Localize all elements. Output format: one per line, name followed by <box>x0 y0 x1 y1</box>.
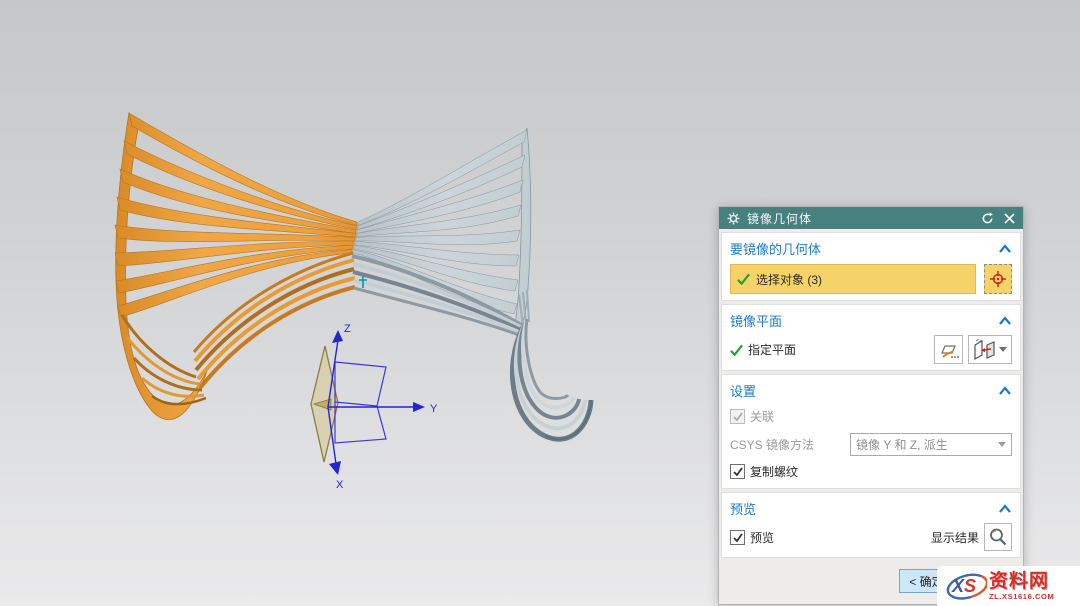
watermark: X S 资料网 ZL.XS1616.COM <box>937 566 1080 606</box>
copy-thread-checkbox[interactable] <box>730 464 745 479</box>
magnifier-icon <box>988 527 1008 547</box>
section-mirror-geometry: 要镜像的几何体 选择对象 (3) <box>721 232 1021 301</box>
logo-x: X <box>951 576 965 596</box>
collapse-chevron-icon[interactable] <box>998 386 1012 395</box>
mirror-geometry-dialog: 镜像几何体 要镜像的几何体 选择对象 (3) <box>718 206 1024 605</box>
collapse-chevron-icon[interactable] <box>998 504 1012 513</box>
mirror-plane-icon <box>973 339 997 361</box>
csys-method-label: CSYS 镜像方法 <box>730 436 814 453</box>
crosshair-icon <box>989 270 1007 288</box>
watermark-site-name: 资料网 <box>989 572 1054 591</box>
xs-logo-icon: X S <box>939 568 987 604</box>
dialog-titlebar[interactable]: 镜像几何体 <box>719 207 1023 229</box>
specify-plane-label: 指定平面 <box>748 341 796 358</box>
section-title: 预览 <box>730 499 756 518</box>
section-title: 要镜像的几何体 <box>730 239 821 258</box>
section-header[interactable]: 设置 <box>730 377 1012 405</box>
select-object-row[interactable]: 选择对象 (3) <box>730 264 976 294</box>
preview-label: 预览 <box>750 529 774 546</box>
associative-label: 关联 <box>750 408 774 425</box>
close-icon[interactable] <box>1001 210 1017 226</box>
check-mark-icon <box>733 412 743 421</box>
dialog-title: 镜像几何体 <box>747 210 973 227</box>
mirror-plane-option-button[interactable] <box>968 335 1012 364</box>
check-icon <box>737 273 750 285</box>
section-header[interactable]: 预览 <box>730 495 1012 523</box>
section-mirror-plane: 镜像平面 指定平面 <box>721 304 1021 371</box>
associative-checkbox <box>730 409 745 424</box>
logo-s: S <box>964 576 976 596</box>
dropdown-caret-icon[interactable] <box>999 347 1007 352</box>
x-axis-label: X <box>336 479 344 491</box>
gear-icon <box>725 210 741 226</box>
show-result-button[interactable] <box>984 523 1012 551</box>
csys-wireframe <box>335 362 386 443</box>
select-object-label: 选择对象 (3) <box>756 271 822 288</box>
check-icon <box>730 344 743 356</box>
section-title: 镜像平面 <box>730 311 782 330</box>
z-axis-label: Z <box>344 323 351 335</box>
watermark-site-url: ZL.XS1616.COM <box>989 593 1054 601</box>
preview-checkbox[interactable] <box>730 530 745 545</box>
section-preview: 预览 预览 显示结果 <box>721 492 1021 558</box>
cad-viewport: Z Y X 镜像几何体 要镜像的几何体 <box>0 0 1080 606</box>
dropdown-caret-icon <box>998 442 1006 447</box>
collapse-chevron-icon[interactable] <box>998 244 1012 253</box>
select-target-button[interactable] <box>984 264 1012 294</box>
section-header[interactable]: 镜像平面 <box>730 307 1012 335</box>
plane-dialog-button[interactable] <box>934 335 963 364</box>
y-axis-label: Y <box>430 403 438 415</box>
reset-icon[interactable] <box>979 210 995 226</box>
model-mirror-gray <box>352 128 591 439</box>
copy-thread-label: 复制螺纹 <box>750 463 798 480</box>
check-mark-icon <box>733 467 743 476</box>
section-settings: 设置 关联 CSYS 镜像方法 镜像 Y 和 Z, 派生 <box>721 374 1021 489</box>
csys-method-value: 镜像 Y 和 Z, 派生 <box>856 436 948 453</box>
csys-method-dropdown[interactable]: 镜像 Y 和 Z, 派生 <box>850 433 1012 456</box>
check-mark-icon <box>733 533 743 542</box>
plane-icon <box>939 340 959 360</box>
show-result-label: 显示结果 <box>931 529 979 546</box>
collapse-chevron-icon[interactable] <box>998 316 1012 325</box>
section-title: 设置 <box>730 381 756 400</box>
section-header[interactable]: 要镜像的几何体 <box>730 235 1012 263</box>
